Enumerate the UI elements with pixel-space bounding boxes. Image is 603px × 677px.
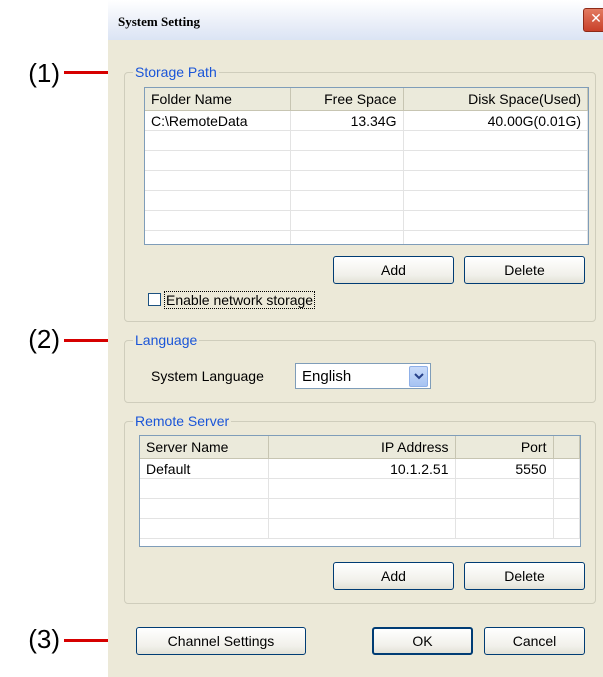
language-title: Language [133, 331, 200, 349]
empty-row [145, 150, 588, 171]
system-setting-dialog: System Setting ✕ Storage Path Folder Nam… [108, 0, 603, 677]
column-header-free-space[interactable]: Free Space [290, 88, 404, 111]
empty-row [145, 190, 588, 211]
remote-server-group: Remote Server Server Name IP Address Por… [124, 412, 596, 604]
empty-row [145, 130, 588, 151]
column-header-ip-address[interactable]: IP Address [268, 436, 456, 459]
title-bar[interactable]: System Setting ✕ [108, 0, 603, 40]
callout-1: (1) [28, 58, 60, 88]
enable-network-storage-label[interactable]: Enable network storage [164, 291, 316, 309]
table-row[interactable]: C:\RemoteData 13.34G 40.00G(0.01G) [145, 110, 588, 131]
storage-header-row: Folder Name Free Space Disk Space(Used) [145, 88, 588, 111]
filler-cell [553, 458, 580, 479]
cancel-button[interactable]: Cancel [484, 627, 585, 655]
column-header-filler [553, 436, 580, 459]
storage-path-title: Storage Path [133, 63, 219, 81]
server-header-row: Server Name IP Address Port [140, 436, 580, 459]
empty-row [140, 498, 580, 519]
system-language-value: English [302, 368, 352, 385]
language-group: Language System Language English [124, 331, 596, 403]
channel-settings-button[interactable]: Channel Settings [136, 627, 306, 655]
close-button[interactable]: ✕ [583, 8, 603, 32]
table-row[interactable]: Default 10.1.2.51 5550 [140, 458, 580, 479]
remote-server-title: Remote Server [133, 412, 232, 430]
storage-path-group: Storage Path Folder Name Free Space Disk… [124, 63, 596, 322]
empty-row [145, 170, 588, 191]
storage-add-button[interactable]: Add [333, 256, 454, 284]
column-header-port[interactable]: Port [455, 436, 554, 459]
disk-space-cell: 40.00G(0.01G) [403, 110, 588, 131]
ip-address-cell: 10.1.2.51 [268, 458, 456, 479]
free-space-cell: 13.34G [290, 110, 404, 131]
callout-3: (3) [28, 624, 60, 654]
server-name-cell: Default [140, 458, 269, 479]
system-language-select[interactable]: English [295, 363, 431, 389]
server-delete-button[interactable]: Delete [464, 562, 585, 590]
port-cell: 5550 [455, 458, 554, 479]
empty-row [145, 230, 588, 244]
callout-2: (2) [28, 324, 60, 354]
column-header-folder-name[interactable]: Folder Name [145, 88, 291, 111]
storage-delete-button[interactable]: Delete [464, 256, 585, 284]
empty-row [145, 210, 588, 231]
dialog-title: System Setting [118, 14, 200, 29]
empty-row [140, 478, 580, 499]
system-language-label: System Language [151, 368, 264, 384]
remote-server-list[interactable]: Server Name IP Address Port Default 10.1… [139, 435, 581, 547]
ok-button[interactable]: OK [372, 627, 473, 655]
column-header-disk-space[interactable]: Disk Space(Used) [403, 88, 588, 111]
chevron-down-icon[interactable] [409, 366, 428, 387]
folder-name-cell: C:\RemoteData [145, 110, 291, 131]
server-add-button[interactable]: Add [333, 562, 454, 590]
enable-network-storage-checkbox[interactable] [148, 293, 161, 306]
close-icon: ✕ [590, 11, 602, 27]
column-header-server-name[interactable]: Server Name [140, 436, 269, 459]
empty-row [140, 518, 580, 539]
storage-path-list[interactable]: Folder Name Free Space Disk Space(Used) … [144, 87, 589, 245]
